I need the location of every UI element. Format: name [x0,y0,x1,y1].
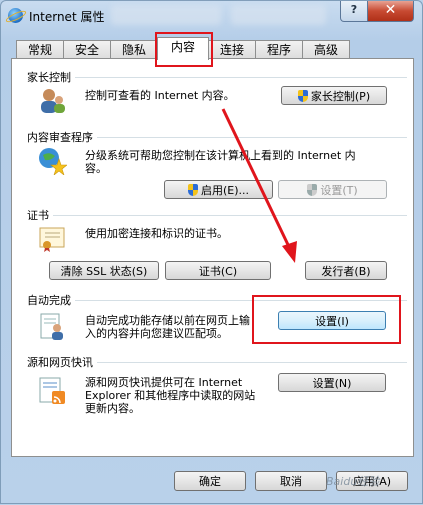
autocomplete-header: 自动完成 [23,292,75,308]
content-advisor-description-line1: 分级系统可帮助您控制在该计算机上看到的 Internet 内 [85,149,356,162]
blurred-background [231,5,326,25]
tab-content[interactable]: 内容 [157,37,209,60]
content-advisor-enable-button[interactable]: 启用(E)... [164,180,273,199]
feeds-header: 源和网页快讯 [23,354,97,370]
parental-controls-description: 控制可查看的 Internet 内容。 [85,89,235,102]
title-bar[interactable]: Internet 属性 ? ✕ [1,1,422,31]
blurred-background [111,5,221,25]
autocomplete-description-line1: 自动完成功能存储以前在网页上输 [85,314,250,327]
parental-controls-header: 家长控制 [23,69,75,85]
feeds-icon [39,377,65,404]
content-advisor-settings-button[interactable]: 设置(T) [278,180,387,199]
autocomplete-description-line2: 入的内容并向您建议匹配项。 [85,327,228,340]
section-divider [25,215,407,216]
internet-properties-window: Internet 属性 ? ✕ 常规 安全 隐私 内容 连接 程序 高级 家长控… [0,0,423,504]
content-advisor-header: 内容审查程序 [23,129,97,145]
tab-connections[interactable]: 连接 [208,40,256,59]
feeds-description-line1: 源和网页快讯提供可在 Internet [85,376,243,389]
tab-privacy[interactable]: 隐私 [110,40,158,59]
help-button[interactable]: ? [340,1,368,22]
content-advisor-description-line2: 容。 [85,162,107,175]
uac-shield-icon [297,90,308,102]
certificates-header: 证书 [23,207,53,223]
feeds-settings-button[interactable]: 设置(N) [278,373,386,392]
feeds-description-line2: Explorer 和其他程序中读取的网站 [85,389,256,402]
watermark: Baidu经验 [326,475,380,488]
internet-explorer-icon [8,8,23,23]
feeds-description-line3: 更新内容。 [85,402,140,415]
uac-shield-icon [307,184,318,196]
tab-general[interactable]: 常规 [16,40,64,59]
window-title: Internet 属性 [29,10,105,24]
close-button[interactable]: ✕ [367,1,414,22]
certificate-icon [39,227,65,252]
certificates-description: 使用加密连接和标识的证书。 [85,227,228,240]
ok-button[interactable]: 确定 [174,471,246,491]
cancel-button[interactable]: 取消 [255,471,327,491]
uac-shield-icon [187,184,198,196]
tab-security[interactable]: 安全 [63,40,111,59]
autocomplete-icon [40,313,63,340]
tab-programs[interactable]: 程序 [255,40,303,59]
clear-ssl-state-button[interactable]: 清除 SSL 状态(S) [49,261,159,280]
section-divider [25,77,407,78]
parental-controls-icon [41,89,65,113]
certificates-button[interactable]: 证书(C) [165,261,271,280]
parental-controls-button[interactable]: 家长控制(P) [281,86,387,105]
highlight-box-autocomplete-settings [252,295,401,344]
publishers-button[interactable]: 发行者(B) [305,261,387,280]
tab-advanced[interactable]: 高级 [302,40,350,59]
content-advisor-icon [39,148,67,175]
